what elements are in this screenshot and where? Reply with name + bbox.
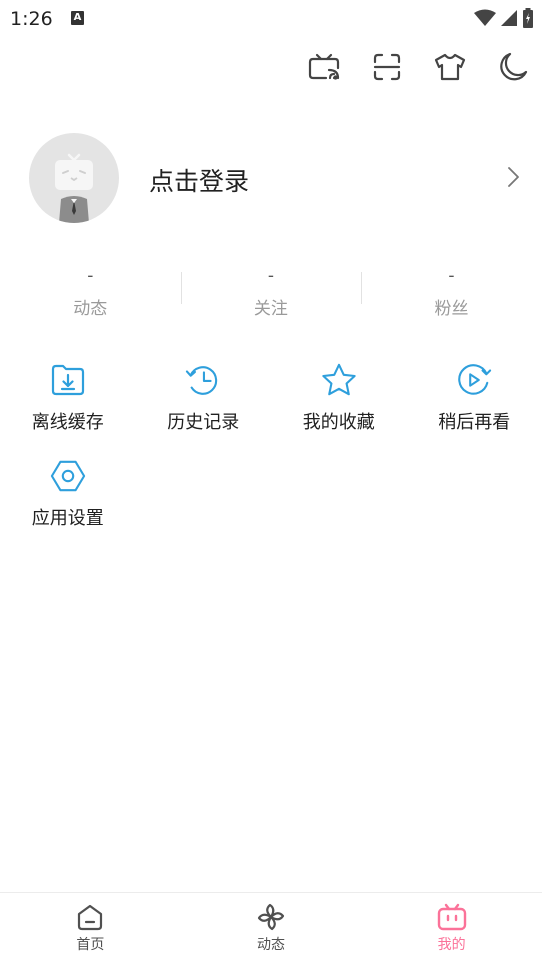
stat-following[interactable]: - 关注 bbox=[180, 262, 362, 322]
feature-grid: 离线缓存 历史记录 我的收藏 稍后再看 应用设置 bbox=[0, 360, 542, 552]
pinwheel-icon bbox=[257, 903, 285, 931]
bottom-navigation: 首页 动态 我的 bbox=[0, 892, 542, 965]
watch-later-icon bbox=[458, 364, 492, 395]
nav-label: 我的 bbox=[437, 937, 466, 953]
nav-mine[interactable]: 我的 bbox=[361, 893, 542, 965]
feature-label: 离线缓存 bbox=[31, 412, 104, 433]
settings-hexagon-icon bbox=[50, 460, 85, 492]
login-prompt[interactable]: 点击登录 bbox=[149, 162, 249, 198]
star-icon bbox=[322, 363, 356, 396]
stat-value: - bbox=[87, 266, 94, 286]
scan-icon bbox=[373, 53, 401, 81]
theme-shop-button[interactable] bbox=[433, 50, 467, 84]
battery-icon bbox=[523, 8, 533, 28]
stat-value: - bbox=[448, 266, 455, 286]
tv-cast-icon bbox=[308, 53, 340, 80]
watch-later-item[interactable]: 稍后再看 bbox=[407, 360, 542, 456]
download-folder-icon bbox=[51, 364, 84, 396]
scan-button[interactable] bbox=[370, 50, 404, 84]
status-time: 1:26 bbox=[10, 8, 53, 30]
signal-icon bbox=[501, 10, 517, 26]
favorites-item[interactable]: 我的收藏 bbox=[271, 360, 407, 456]
offline-cache-item[interactable]: 离线缓存 bbox=[0, 360, 136, 456]
app-settings-item[interactable]: 应用设置 bbox=[0, 456, 136, 552]
nav-home[interactable]: 首页 bbox=[0, 893, 181, 965]
stat-label: 粉丝 bbox=[434, 299, 469, 319]
night-mode-button[interactable] bbox=[496, 50, 530, 84]
stat-followers[interactable]: - 粉丝 bbox=[361, 262, 542, 322]
stat-value: - bbox=[267, 266, 274, 286]
shirt-icon bbox=[434, 53, 466, 81]
status-bar: 1:26 A bbox=[0, 0, 542, 38]
feature-label: 历史记录 bbox=[167, 412, 240, 433]
stat-dynamics[interactable]: - 动态 bbox=[0, 262, 181, 322]
notification-badge: A bbox=[71, 11, 84, 25]
stat-label: 动态 bbox=[73, 299, 108, 319]
avatar[interactable] bbox=[29, 133, 119, 223]
history-item[interactable]: 历史记录 bbox=[136, 360, 272, 456]
feature-label: 应用设置 bbox=[31, 508, 104, 529]
feature-label: 我的收藏 bbox=[302, 412, 375, 433]
nav-label: 动态 bbox=[257, 937, 285, 953]
profile-login-row[interactable]: 点击登录 bbox=[0, 130, 542, 226]
tv-cast-button[interactable] bbox=[307, 50, 341, 84]
stat-label: 关注 bbox=[253, 299, 288, 319]
nav-label: 首页 bbox=[76, 937, 105, 953]
wifi-icon bbox=[474, 9, 496, 26]
home-icon bbox=[78, 904, 103, 931]
feature-label: 稍后再看 bbox=[438, 412, 511, 433]
moon-icon bbox=[500, 52, 528, 81]
bilibili-tv-icon bbox=[437, 903, 466, 931]
default-avatar-icon bbox=[55, 153, 93, 223]
status-icons bbox=[474, 8, 534, 28]
history-clock-icon bbox=[186, 366, 218, 395]
nav-dynamics[interactable]: 动态 bbox=[181, 893, 362, 965]
user-stats: - 动态 - 关注 - 粉丝 bbox=[0, 262, 542, 322]
chevron-right-icon bbox=[508, 167, 519, 187]
top-toolbar bbox=[307, 50, 530, 84]
